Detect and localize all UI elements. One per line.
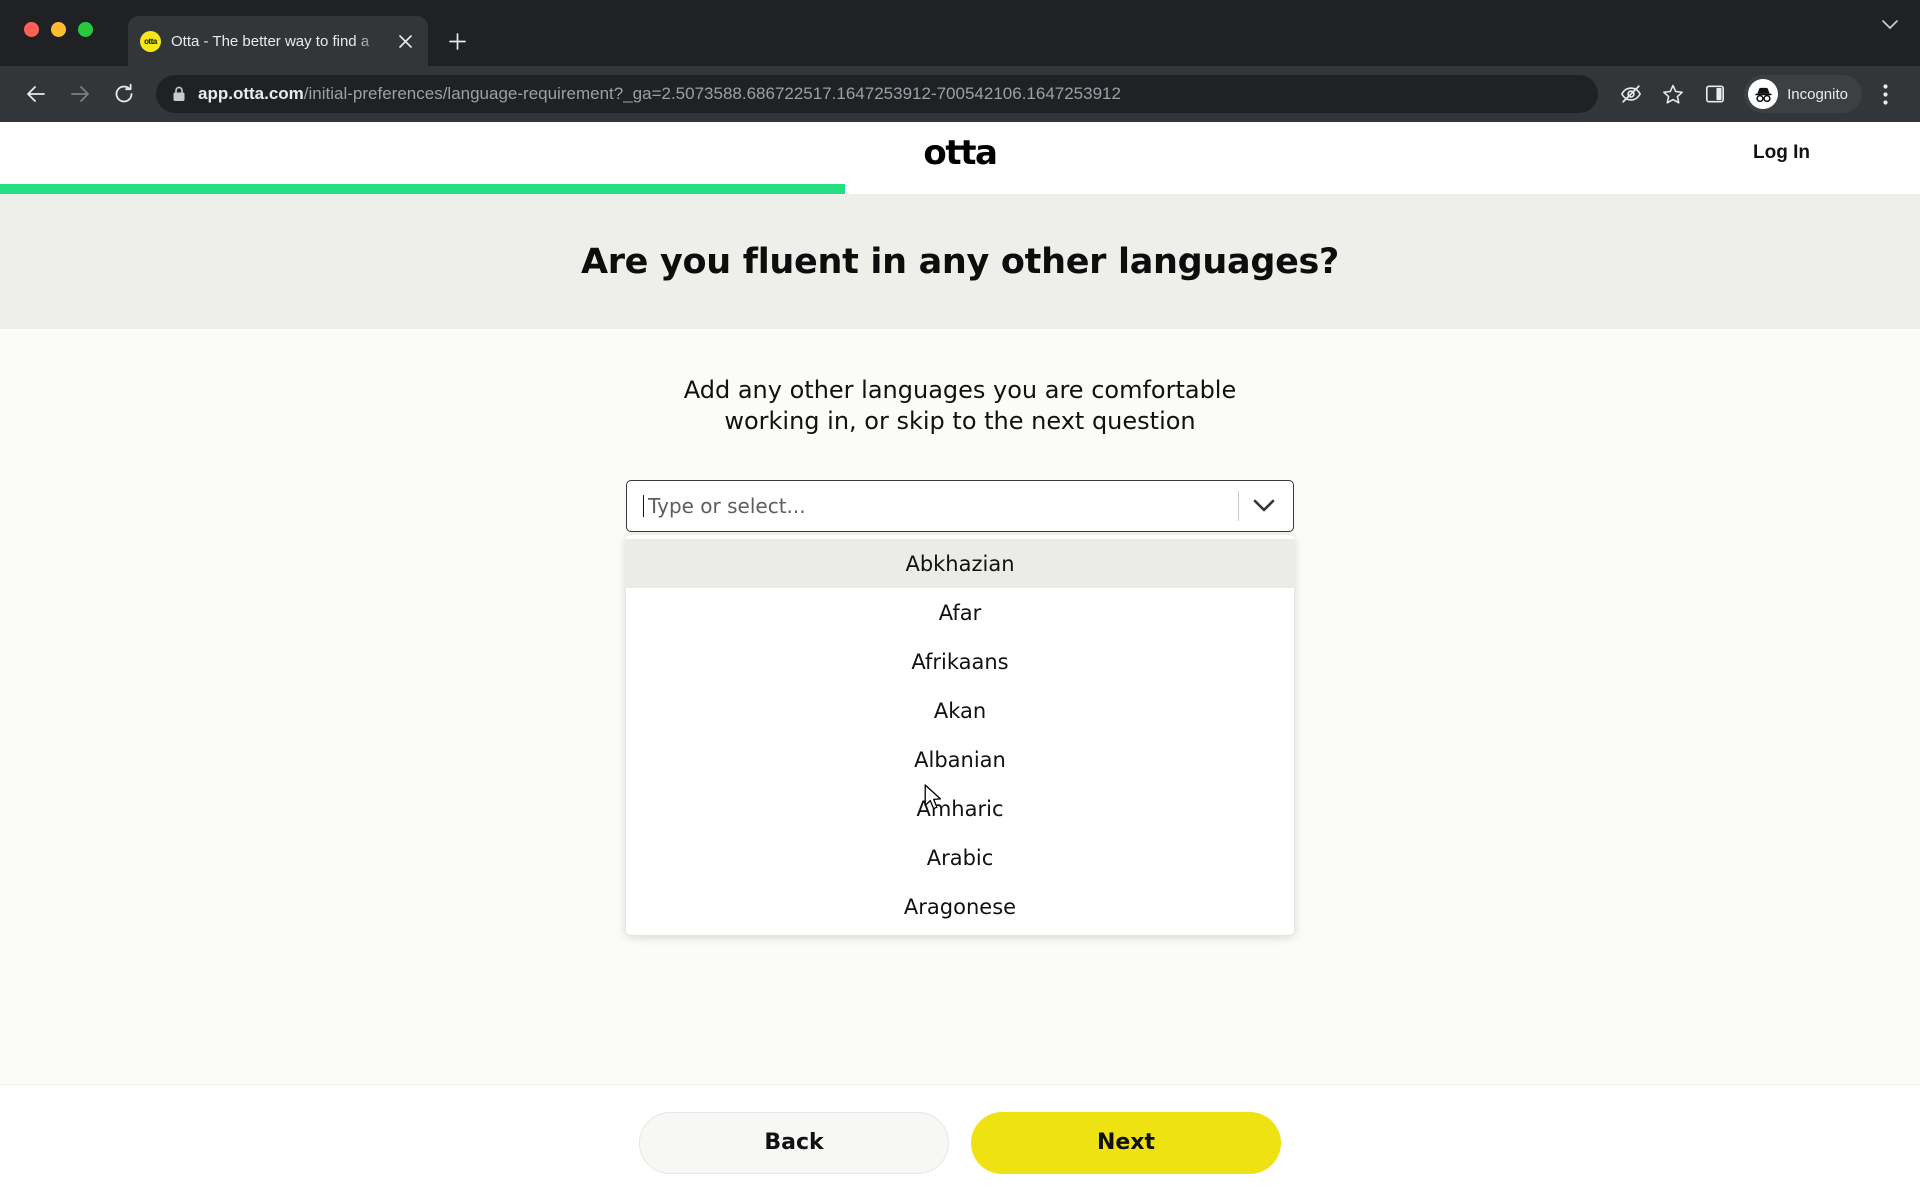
site-header: otta Log In [0, 122, 1920, 184]
browser-window: otta Otta - The better way to find a app… [0, 0, 1920, 1200]
address-bar[interactable]: app.otta.com/initial-preferences/languag… [156, 75, 1599, 113]
incognito-chip[interactable]: Incognito [1744, 75, 1862, 113]
language-option[interactable]: Amharic [626, 784, 1294, 833]
url-host: app.otta.com [198, 84, 304, 103]
question-subtitle: Add any other languages you are comforta… [683, 376, 1237, 435]
page-title: Are you fluent in any other languages? [580, 241, 1340, 282]
lock-icon [172, 86, 186, 102]
close-icon[interactable] [394, 30, 416, 52]
maximize-window-button[interactable] [78, 22, 93, 37]
url-text: app.otta.com/initial-preferences/languag… [198, 84, 1121, 104]
language-option[interactable]: Afrikaans [626, 637, 1294, 686]
chevron-down-icon[interactable] [1239, 481, 1289, 531]
question-body: Add any other languages you are comforta… [0, 329, 1920, 1084]
incognito-label: Incognito [1787, 85, 1848, 103]
language-option[interactable]: Aragonese [626, 882, 1294, 931]
progress-bar [0, 184, 1920, 194]
window-controls [24, 22, 93, 37]
language-select-input[interactable]: Type or select... [648, 494, 1238, 518]
question-hero: Are you fluent in any other languages? [0, 194, 1920, 329]
log-in-link[interactable]: Log In [1753, 142, 1810, 164]
incognito-icon [1748, 79, 1779, 109]
language-option[interactable]: Arabic [626, 833, 1294, 882]
eye-slash-icon[interactable] [1612, 75, 1650, 113]
tab-strip: otta Otta - The better way to find a [0, 0, 1920, 66]
arrow-left-icon[interactable] [16, 74, 56, 114]
tab-title: Otta - The better way to find a [171, 32, 370, 50]
otta-favicon: otta [140, 30, 161, 52]
language-option[interactable]: Afar [626, 588, 1294, 637]
progress-bar-fill [0, 184, 845, 194]
page-viewport: otta Log In Are you fluent in any other … [0, 122, 1920, 1200]
three-dot-menu-icon[interactable] [1866, 75, 1904, 113]
browser-tab[interactable]: otta Otta - The better way to find a [128, 16, 428, 66]
arrow-right-icon[interactable] [60, 74, 100, 114]
close-window-button[interactable] [24, 22, 39, 37]
plus-icon[interactable] [440, 24, 474, 58]
star-icon[interactable] [1654, 75, 1692, 113]
minimize-window-button[interactable] [51, 22, 66, 37]
back-button[interactable]: Back [639, 1111, 949, 1174]
language-option-list[interactable]: Abkhazian Afar Afrikaans Akan Albanian Amhari… [626, 535, 1294, 936]
language-select: Type or select... Abkhazian Afar Afrikaans… [626, 480, 1294, 936]
language-option[interactable]: Albanian [626, 735, 1294, 784]
language-option[interactable]: Abkhazian [626, 539, 1294, 589]
language-select-control[interactable]: Type or select... [626, 480, 1294, 533]
chevron-down-icon[interactable] [1882, 20, 1898, 30]
reload-icon[interactable] [104, 74, 144, 114]
text-caret [643, 495, 644, 518]
side-panel-icon[interactable] [1696, 75, 1734, 113]
url-path: /initial-preferences/language-requiremen… [303, 84, 1121, 103]
browser-toolbar: app.otta.com/initial-preferences/languag… [0, 66, 1920, 122]
next-button[interactable]: Next [971, 1111, 1281, 1174]
wizard-footer: Back Next [0, 1084, 1920, 1200]
otta-logo[interactable]: otta [923, 133, 998, 173]
language-option[interactable]: Akan [626, 686, 1294, 735]
